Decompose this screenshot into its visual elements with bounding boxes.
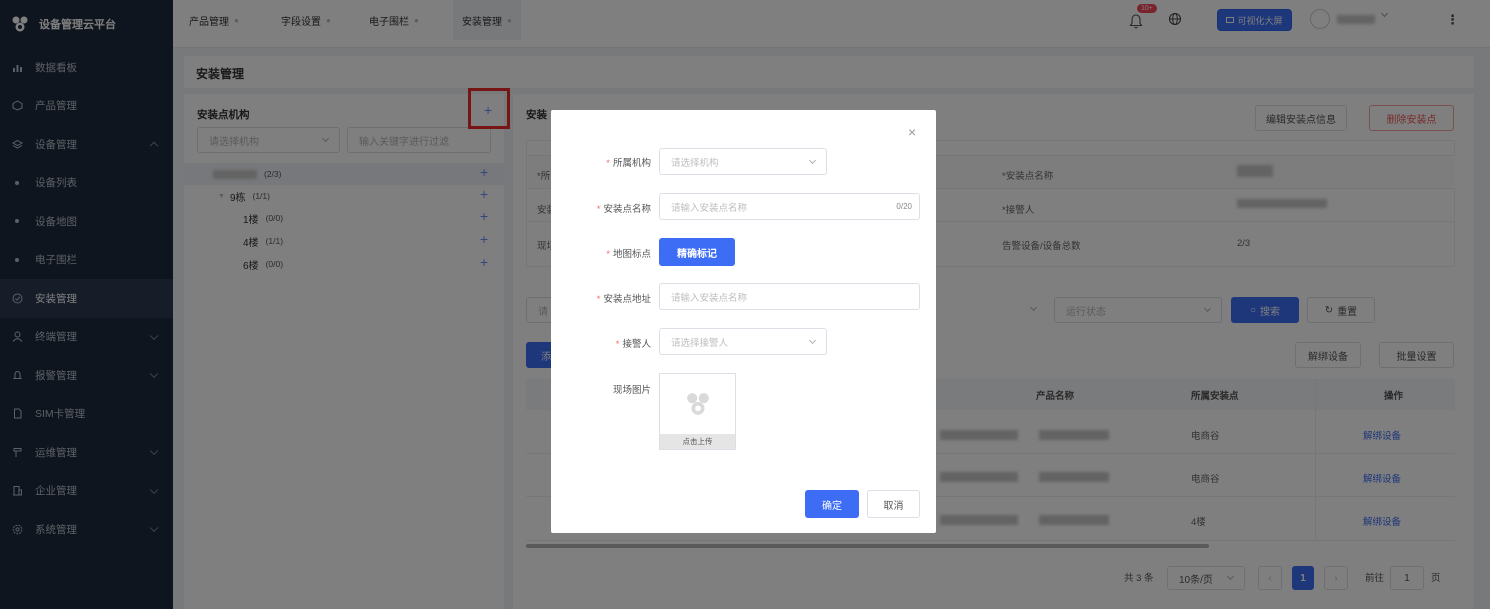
label-text: 现场图片 <box>612 385 651 396</box>
address-placeholder: 请输入安装点名称 <box>671 292 748 304</box>
name-placeholder: 请输入安装点名称 <box>671 202 748 214</box>
map-field-label: * 地图标点 <box>606 249 651 260</box>
cancel-button[interactable]: 取消 <box>867 490 920 518</box>
upload-label: 点击上传 <box>660 434 735 449</box>
char-counter: 0/20 <box>896 202 912 211</box>
label-text: 地图标点 <box>612 249 651 260</box>
org-placeholder: 请选择机构 <box>671 157 719 169</box>
alarm-person-select[interactable]: 请选择接警人 <box>659 328 827 355</box>
address-field-label: * 安装点地址 <box>596 294 651 305</box>
chevron-down-icon <box>808 156 817 165</box>
install-point-dialog: × * 所属机构 请选择机构 * 安装点名称 请输入安装点名称 0/20 * 地图标点 … <box>551 110 936 533</box>
alarm-field-label: * 接警人 <box>615 339 651 350</box>
label-text: 所属机构 <box>612 158 651 169</box>
chevron-down-icon <box>808 336 817 345</box>
label-text: 安装点地址 <box>603 294 651 305</box>
label-text: 安装点名称 <box>603 204 651 215</box>
confirm-button[interactable]: 确定 <box>805 490 859 518</box>
placeholder-logo-icon <box>687 393 709 415</box>
alarm-placeholder: 请选择接警人 <box>671 337 729 349</box>
name-field-label: * 安装点名称 <box>596 204 651 215</box>
label-text: 接警人 <box>622 339 651 350</box>
org-select[interactable]: 请选择机构 <box>659 148 827 175</box>
precise-mark-button[interactable]: 精确标记 <box>659 238 735 266</box>
photo-upload[interactable]: 点击上传 <box>659 373 736 450</box>
address-input[interactable]: 请输入安装点名称 <box>659 283 920 310</box>
close-icon[interactable]: × <box>908 124 916 140</box>
org-field-label: * 所属机构 <box>606 158 651 169</box>
install-point-name-input[interactable]: 请输入安装点名称 0/20 <box>659 193 920 220</box>
photo-field-label: 现场图片 <box>561 382 651 396</box>
